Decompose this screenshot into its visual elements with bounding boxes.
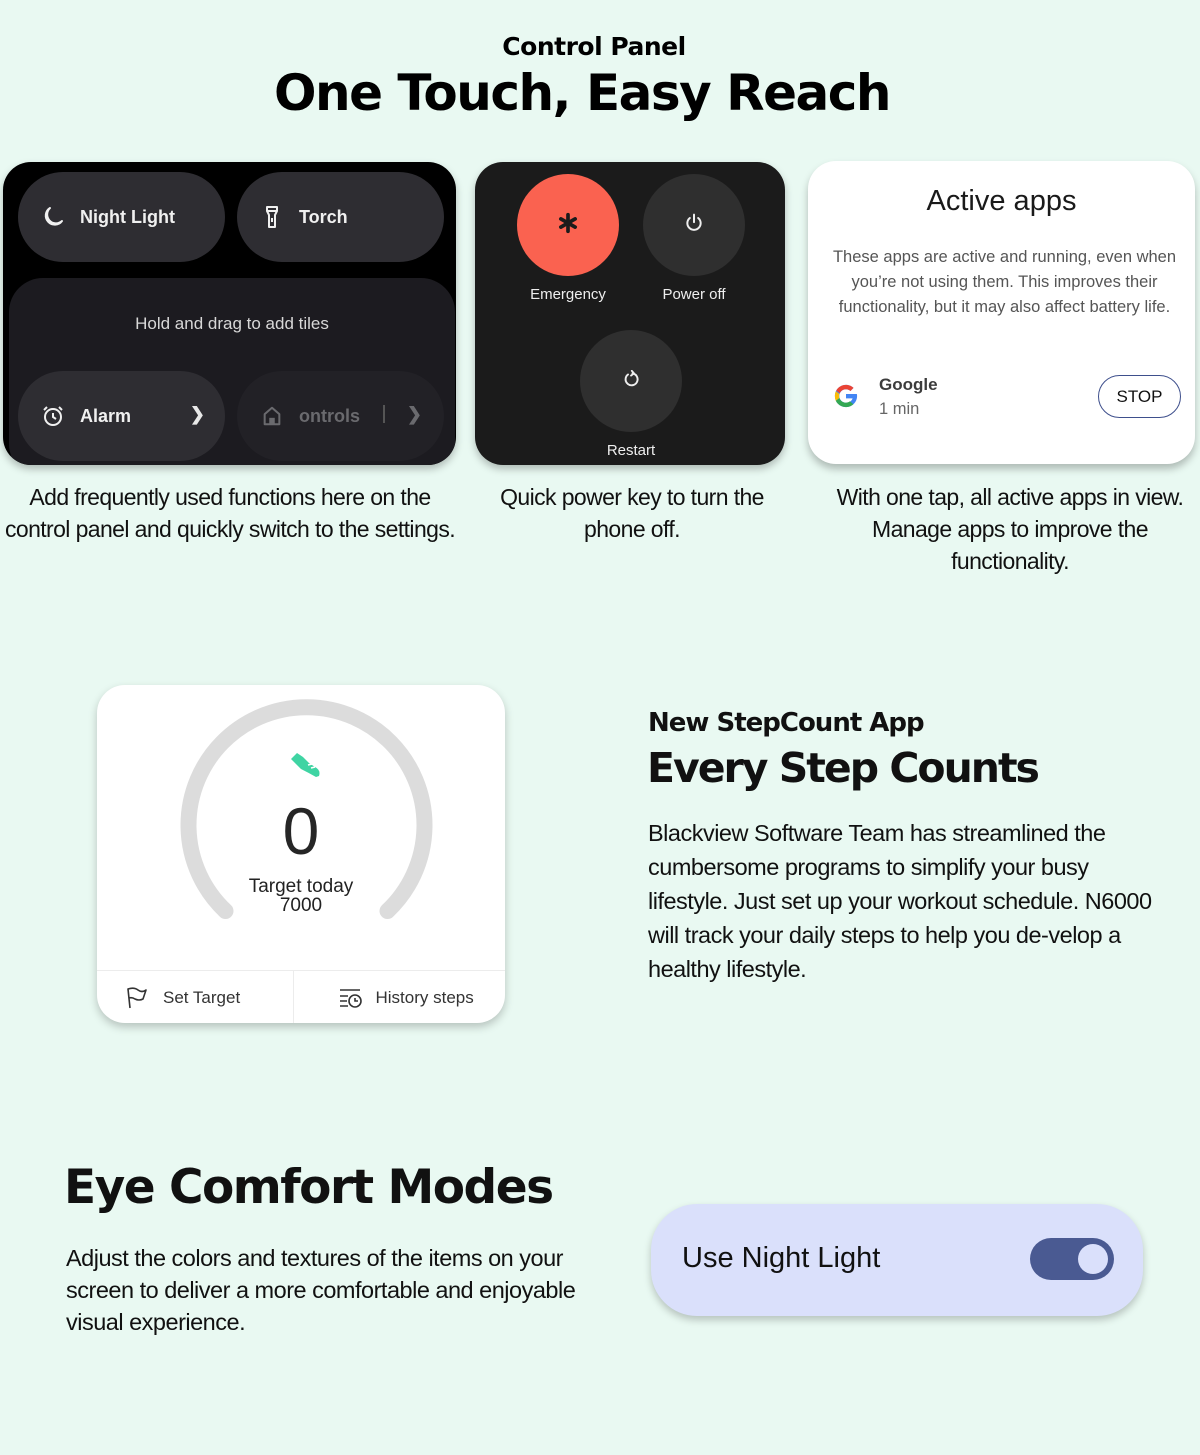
quick-tiles-panel: Night Light Torch Hold and drag to add t…	[3, 162, 456, 465]
step-count-value: 0	[282, 794, 320, 868]
history-steps-button[interactable]: History steps	[294, 971, 506, 1023]
active-apps-panel: Active apps These apps are active and ru…	[808, 161, 1195, 464]
tile-label: Alarm	[80, 405, 132, 426]
tile-home-controls[interactable]: ontrols ❯	[237, 371, 444, 461]
power-off-label: Power off	[662, 286, 726, 303]
step-card-footer: Set Target History steps	[97, 970, 505, 1023]
stepcount-title: Every Step Counts	[647, 744, 1040, 792]
tile-torch[interactable]: Torch	[237, 172, 444, 262]
stepcount-eyebrow: New StepCount App	[648, 708, 925, 738]
sneaker-icon	[289, 751, 323, 786]
google-icon	[832, 382, 860, 410]
restart-icon	[622, 369, 640, 393]
set-target-label: Set Target	[163, 987, 241, 1007]
emergency-label: Emergency	[530, 286, 606, 303]
night-light-setting[interactable]: Use Night Light	[651, 1204, 1143, 1316]
active-apps-description: These apps are active and running, even …	[832, 248, 1177, 316]
step-count-card: 0 Target today 7000 Set Target History s…	[97, 685, 505, 1023]
set-target-button[interactable]: Set Target	[97, 971, 294, 1023]
flashlight-icon	[259, 204, 285, 230]
power-off-button[interactable]	[643, 174, 745, 276]
stepcount-body: Blackview Software Team has streamlined …	[648, 820, 1152, 982]
toggle-knob	[1078, 1244, 1108, 1274]
history-list-icon	[338, 986, 362, 1010]
night-light-toggle[interactable]	[1030, 1238, 1114, 1280]
drop-hint-text: Hold and drag to add tiles	[135, 314, 329, 333]
page-title: One Touch, Easy Reach	[273, 64, 892, 122]
section-eyebrow: Control Panel	[502, 32, 686, 61]
tile-night-light[interactable]: Night Light	[18, 172, 225, 262]
active-apps-caption: With one tap, all active apps in view. M…	[836, 484, 1184, 574]
quick-tiles-caption: Add frequently used functions here on th…	[4, 484, 456, 542]
eye-comfort-body: Adjust the colors and textures of the it…	[66, 1245, 576, 1335]
app-duration: 1 min	[879, 400, 920, 418]
drag-ghost-marker	[383, 405, 389, 423]
stop-app-button[interactable]: STOP	[1098, 375, 1181, 418]
target-value: 7000	[279, 895, 323, 916]
tile-label: Torch	[299, 206, 348, 227]
target-label: Target today	[248, 876, 354, 897]
home-icon	[259, 403, 285, 429]
restart-button[interactable]	[580, 330, 682, 432]
power-menu-caption: Quick power key to turn the phone off.	[500, 484, 764, 542]
history-steps-label: History steps	[375, 987, 474, 1007]
eye-comfort-title: Eye Comfort Modes	[64, 1160, 554, 1215]
moon-icon	[40, 204, 66, 230]
tile-label: Night Light	[80, 206, 175, 227]
tile-alarm[interactable]: Alarm ❯	[18, 371, 225, 461]
restart-label: Restart	[606, 442, 656, 459]
night-light-label: Use Night Light	[682, 1242, 881, 1274]
flag-icon	[125, 986, 149, 1010]
emergency-button[interactable]	[517, 174, 619, 276]
tile-label: ontrols	[299, 405, 360, 426]
chevron-right-icon: ❯	[189, 404, 205, 424]
asterisk-icon	[557, 212, 579, 239]
chevron-right-icon: ❯	[406, 404, 422, 424]
app-name: Google	[879, 375, 938, 394]
power-menu-panel: Emergency Power off Restart	[475, 162, 785, 465]
active-apps-title: Active apps	[926, 185, 1077, 217]
power-icon	[684, 213, 704, 238]
step-target: Target today 7000	[97, 877, 505, 915]
alarm-clock-icon	[40, 403, 66, 429]
